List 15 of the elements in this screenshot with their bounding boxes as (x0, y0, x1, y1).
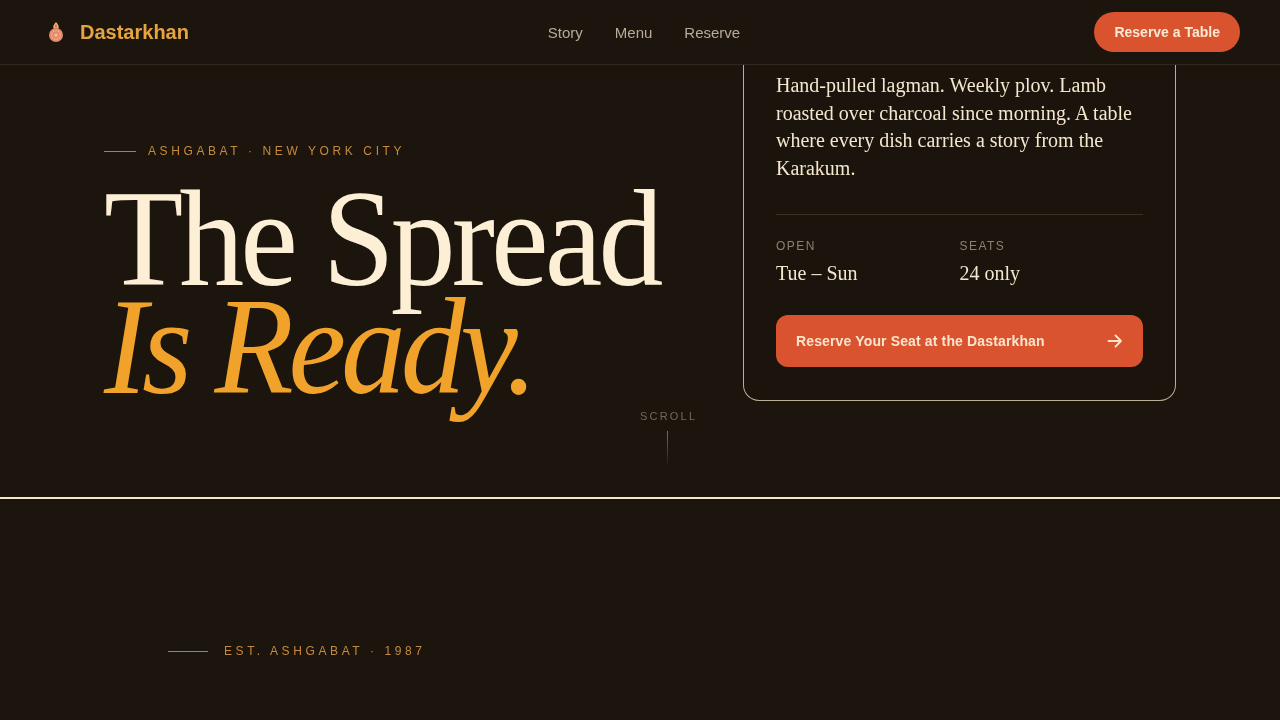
fact-label: OPEN (776, 239, 816, 253)
scroll-line (667, 431, 668, 467)
dumpling-icon (48, 22, 64, 42)
nav-link[interactable]: Story (547, 23, 583, 41)
nav-link[interactable]: Reserve (684, 23, 741, 41)
eyebrow-text: ASHGABAT · NEW YORK CITY (148, 144, 406, 158)
fact-label: SEATS (959, 239, 1006, 253)
brand-name[interactable]: Dastarkhan (80, 20, 189, 44)
eyebrow-text: EST. ASHGABAT · 1987 (224, 644, 426, 658)
arrow-right-icon (1107, 333, 1123, 349)
fact-value: 24 only (959, 261, 1021, 285)
card-description: Hand-pulled lagman. Weekly plov. Lamb roasted over charcoal since morning. A table where every dish carries a story from the Karakum. (776, 73, 1133, 181)
scroll-label: SCROLL (640, 410, 698, 423)
fact-value: Tue – Sun (776, 261, 858, 285)
nav-link[interactable]: Menu (614, 23, 653, 41)
